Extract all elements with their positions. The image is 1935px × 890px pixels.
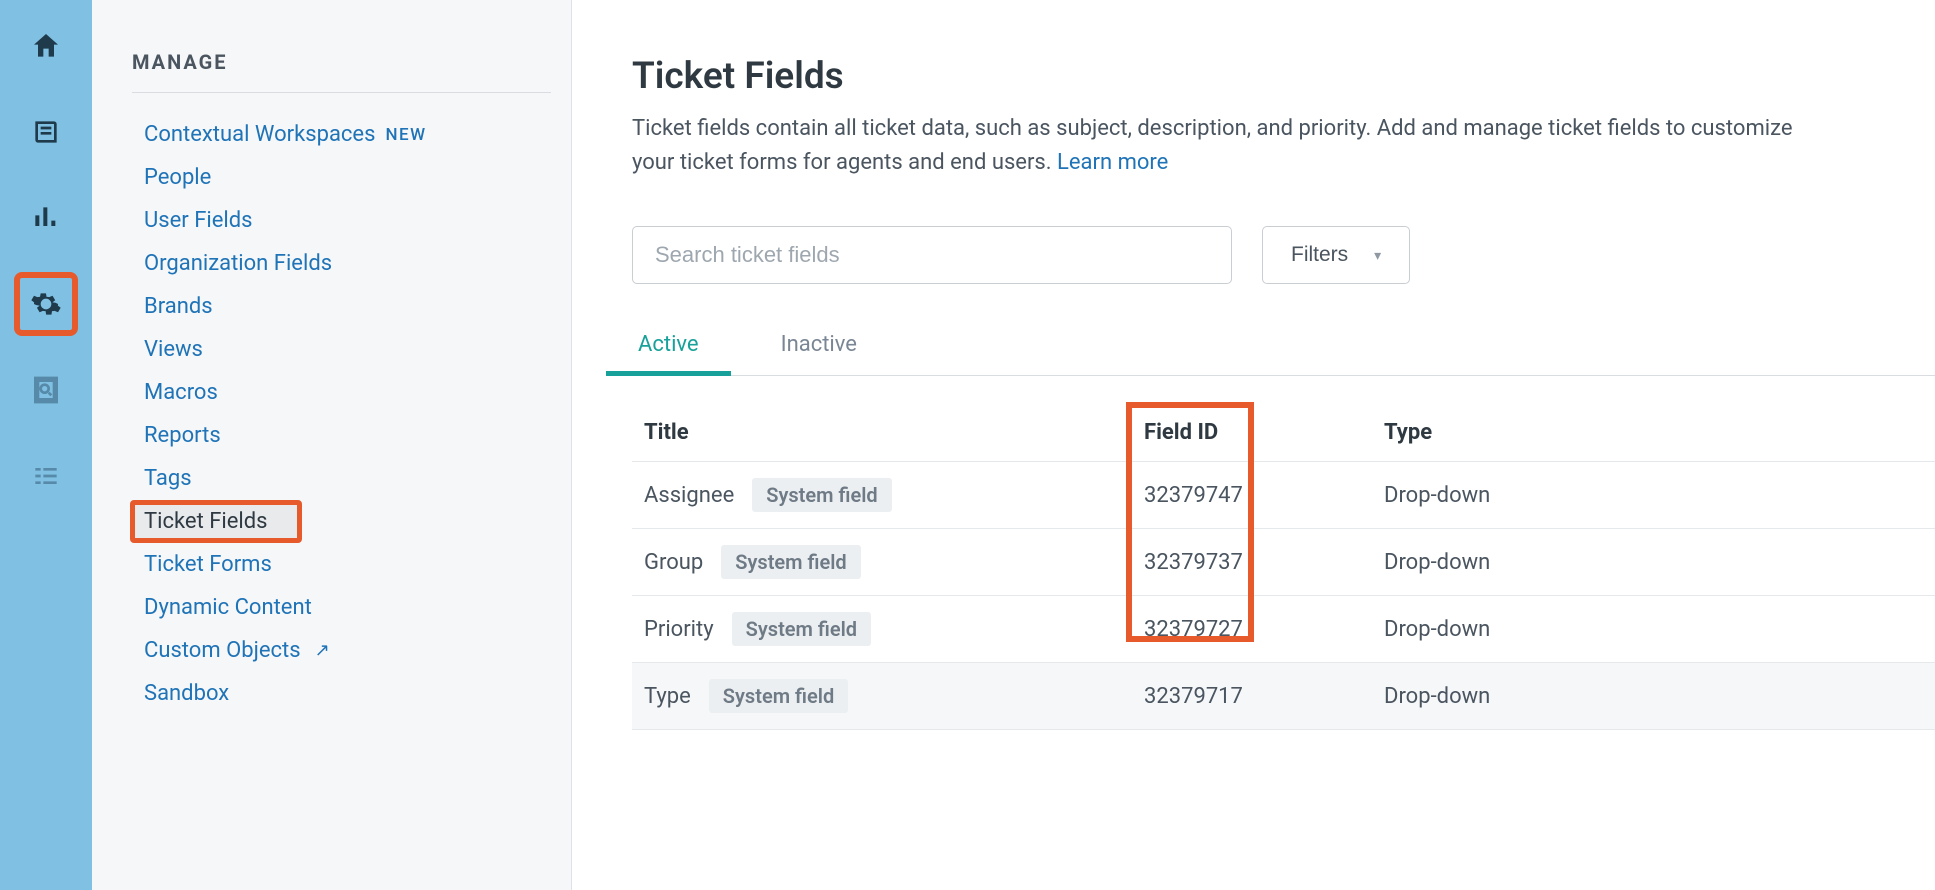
table-row[interactable]: Group System field 32379737 Drop-down: [632, 529, 1935, 596]
sidebar-item-views[interactable]: Views: [132, 330, 551, 369]
sidebar-item-user-fields[interactable]: User Fields: [132, 201, 551, 240]
sidebar-item-sandbox[interactable]: Sandbox: [132, 674, 551, 713]
row-field-id: 32379717: [1144, 684, 1384, 709]
row-title: Group: [644, 550, 703, 575]
sidebar-divider: [132, 92, 551, 93]
sidebar-item-label: Reports: [144, 423, 221, 448]
sidebar-item-label: Sandbox: [144, 681, 229, 706]
rail-home-icon[interactable]: [18, 18, 74, 74]
sidebar: MANAGE Contextual Workspaces NEW People …: [92, 0, 572, 890]
rail-search-page-icon[interactable]: [18, 362, 74, 418]
row-field-id: 32379747: [1144, 483, 1384, 508]
sidebar-item-brands[interactable]: Brands: [132, 287, 551, 326]
sidebar-item-label: Custom Objects: [144, 638, 301, 663]
system-field-badge: System field: [721, 545, 860, 579]
th-type: Type: [1384, 420, 1644, 445]
rail-stats-icon[interactable]: [18, 190, 74, 246]
main: Ticket Fields Ticket fields contain all …: [572, 0, 1935, 890]
sidebar-item-label: Ticket Fields: [144, 509, 268, 534]
sidebar-item-contextual-workspaces[interactable]: Contextual Workspaces NEW: [132, 115, 551, 154]
table-row[interactable]: Assignee System field 32379747 Drop-down: [632, 462, 1935, 529]
row-type: Drop-down: [1384, 617, 1644, 642]
row-field-id: 32379737: [1144, 550, 1384, 575]
sidebar-item-dynamic-content[interactable]: Dynamic Content: [132, 588, 551, 627]
page-title: Ticket Fields: [632, 55, 1935, 98]
sidebar-item-people[interactable]: People: [132, 158, 551, 197]
tab-active[interactable]: Active: [632, 332, 705, 375]
table-row[interactable]: Type System field 32379717 Drop-down: [632, 663, 1935, 730]
sidebar-item-label: User Fields: [144, 208, 253, 233]
rail-book-icon[interactable]: [18, 104, 74, 160]
row-title: Type: [644, 684, 691, 709]
row-field-id: 32379727: [1144, 617, 1384, 642]
th-title: Title: [644, 420, 1144, 445]
page-description: Ticket fields contain all ticket data, s…: [632, 112, 1832, 180]
rail-list-icon[interactable]: [18, 448, 74, 504]
sidebar-item-ticket-fields[interactable]: Ticket Fields: [132, 502, 300, 541]
sidebar-item-label: Tags: [144, 466, 192, 491]
row-title: Assignee: [644, 483, 734, 508]
sidebar-item-label: People: [144, 165, 211, 190]
system-field-badge: System field: [752, 478, 891, 512]
row-type: Drop-down: [1384, 684, 1644, 709]
sidebar-item-ticket-forms[interactable]: Ticket Forms: [132, 545, 551, 584]
sidebar-item-label: Brands: [144, 294, 213, 319]
sidebar-item-label: Views: [144, 337, 203, 362]
th-field-id: Field ID: [1144, 420, 1384, 445]
sidebar-item-label: Macros: [144, 380, 218, 405]
external-link-icon: ↗: [315, 640, 330, 661]
ticket-fields-table: Title Field ID Type Assignee System fiel…: [632, 404, 1935, 730]
tabs: Active Inactive: [632, 332, 1935, 376]
sidebar-item-label: Contextual Workspaces: [144, 122, 375, 147]
chevron-down-icon: ▾: [1374, 247, 1381, 264]
sidebar-item-custom-objects[interactable]: Custom Objects ↗: [132, 631, 551, 670]
icon-rail: [0, 0, 92, 890]
tab-inactive[interactable]: Inactive: [775, 332, 863, 375]
system-field-badge: System field: [709, 679, 848, 713]
filters-label: Filters: [1291, 243, 1348, 267]
sidebar-item-label: Ticket Forms: [144, 552, 272, 577]
system-field-badge: System field: [732, 612, 871, 646]
sidebar-item-organization-fields[interactable]: Organization Fields: [132, 244, 551, 283]
rail-settings-icon[interactable]: [18, 276, 74, 332]
learn-more-link[interactable]: Learn more: [1057, 150, 1168, 175]
row-type: Drop-down: [1384, 550, 1644, 575]
row-title: Priority: [644, 617, 714, 642]
row-type: Drop-down: [1384, 483, 1644, 508]
table-header: Title Field ID Type: [632, 404, 1935, 462]
table-row[interactable]: Priority System field 32379727 Drop-down: [632, 596, 1935, 663]
sidebar-item-reports[interactable]: Reports: [132, 416, 551, 455]
sidebar-item-macros[interactable]: Macros: [132, 373, 551, 412]
filters-button[interactable]: Filters ▾: [1262, 226, 1410, 284]
new-badge: NEW: [385, 125, 426, 145]
search-input[interactable]: [632, 226, 1232, 284]
sidebar-item-label: Organization Fields: [144, 251, 332, 276]
controls-row: Filters ▾: [632, 226, 1935, 284]
sidebar-item-label: Dynamic Content: [144, 595, 312, 620]
sidebar-heading: MANAGE: [132, 50, 551, 74]
sidebar-item-tags[interactable]: Tags: [132, 459, 551, 498]
